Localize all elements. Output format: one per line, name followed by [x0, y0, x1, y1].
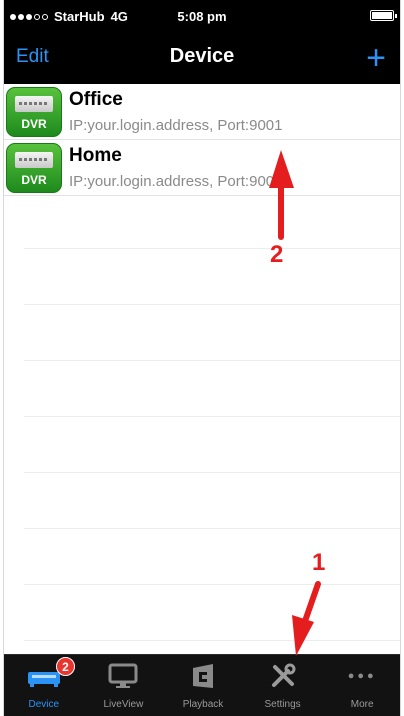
phone-screen: StarHub 4G 5:08 pm Edit Device + DVR Off… [3, 0, 401, 716]
device-address: IP:your.login.address, Port:9000 [69, 173, 283, 190]
tab-settings[interactable]: Settings [243, 655, 323, 716]
dvr-icon: DVR [6, 143, 62, 193]
tab-device[interactable]: 2 Device [4, 655, 84, 716]
status-bar: StarHub 4G 5:08 pm [4, 0, 400, 34]
add-device-button[interactable]: + [366, 38, 386, 78]
device-row-home[interactable]: DVR Home IP:your.login.address, Port:900… [4, 140, 400, 196]
list-separator [24, 528, 400, 529]
tab-label: More [350, 699, 374, 710]
list-separator [24, 248, 400, 249]
device-row-office[interactable]: DVR Office IP:your.login.address, Port:9… [4, 84, 400, 140]
list-separator [24, 416, 400, 417]
tab-liveview[interactable]: LiveView [84, 655, 164, 716]
tab-label: Settings [264, 699, 301, 710]
device-list: DVR Office IP:your.login.address, Port:9… [4, 84, 400, 654]
playback-icon [192, 664, 213, 688]
list-separator [24, 472, 400, 473]
tab-bar: 2 Device LiveView Playback Settings ●●● … [4, 654, 400, 716]
tab-label: LiveView [103, 699, 144, 710]
tab-label: Device [28, 699, 60, 710]
page-title: Device [169, 45, 235, 67]
notification-badge: 2 [56, 657, 75, 676]
annotation-number-1: 1 [312, 549, 326, 576]
tab-more[interactable]: ●●● More [322, 655, 400, 716]
device-address: IP:your.login.address, Port:9001 [69, 117, 283, 134]
tools-icon [271, 663, 296, 687]
annotation-number-2: 2 [270, 241, 284, 268]
list-separator [24, 640, 400, 641]
device-name: Home [69, 145, 122, 166]
navigation-bar: Edit Device + [4, 34, 400, 84]
tab-label: Playback [182, 699, 224, 710]
more-dots-icon: ●●● [347, 670, 377, 682]
list-separator [24, 360, 400, 361]
monitor-icon [108, 663, 138, 688]
list-separator [24, 584, 400, 585]
list-separator [24, 304, 400, 305]
status-time: 5:08 pm [177, 9, 227, 24]
tab-playback[interactable]: Playback [163, 655, 243, 716]
dvr-icon: DVR [6, 87, 62, 137]
battery-icon [370, 10, 397, 21]
device-name: Office [69, 89, 123, 110]
